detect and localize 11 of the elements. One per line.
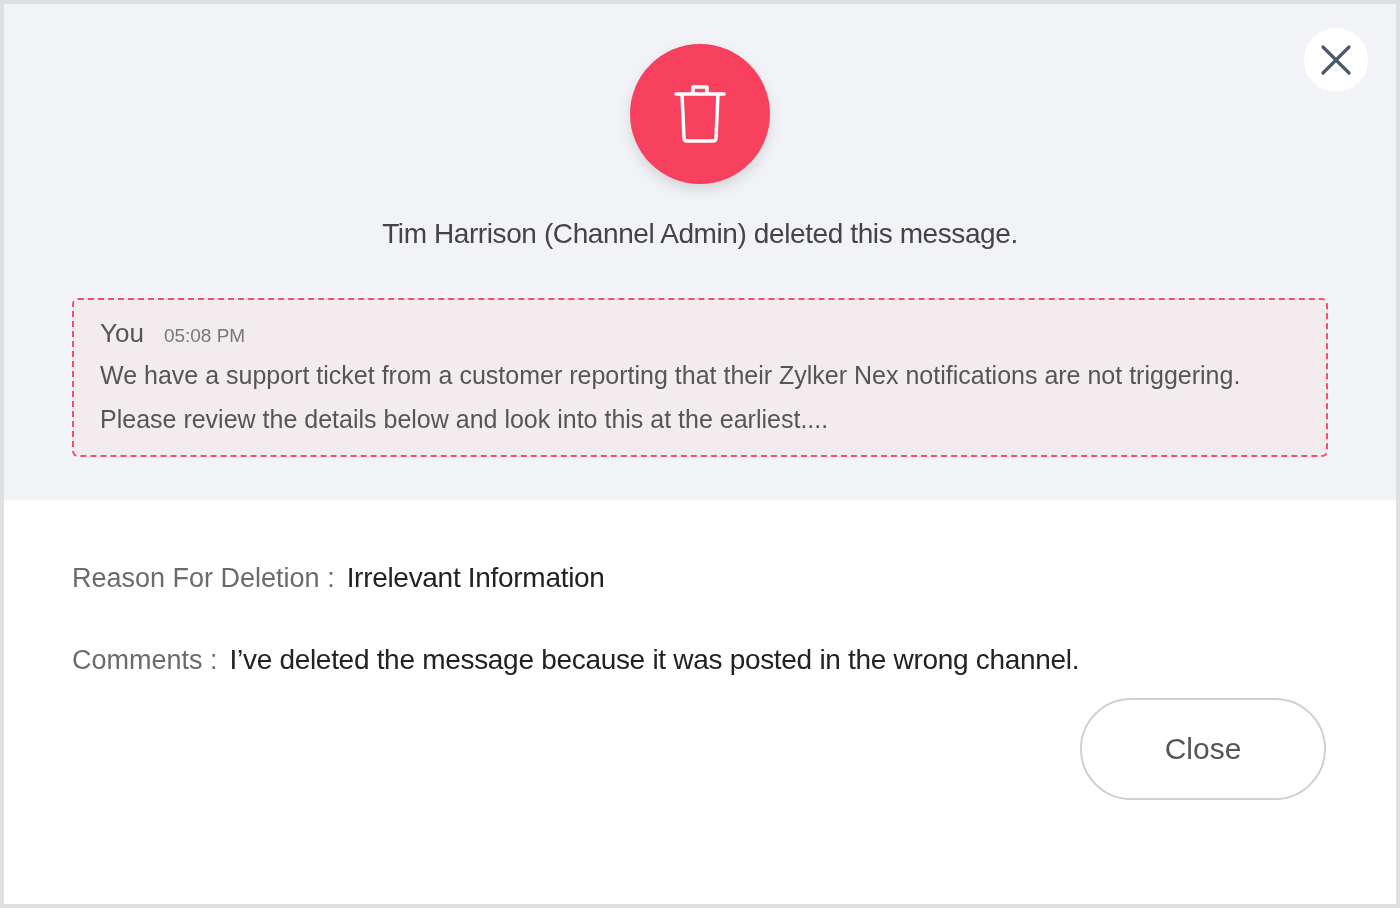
close-button[interactable]: Close [1080,698,1326,800]
message-sender: You [100,318,144,349]
deletion-title: Tim Harrison (Channel Admin) deleted this message. [382,218,1018,250]
detail-label: Comments : [72,645,218,676]
message-text: We have a support ticket from a customer reporting that their Zylker Nex notifications are not triggering. Please review the details below and look into this at the earliest.... [100,360,1242,435]
detail-value: I’ve deleted the message because it was posted in the wrong channel. [229,644,1080,676]
trash-icon [674,84,726,144]
detail-label: Reason For Deletion : [72,563,335,594]
message-time: 05:08 PM [163,325,246,347]
detail-value: Irrelevant Information [346,562,605,594]
close-icon [1321,45,1351,75]
